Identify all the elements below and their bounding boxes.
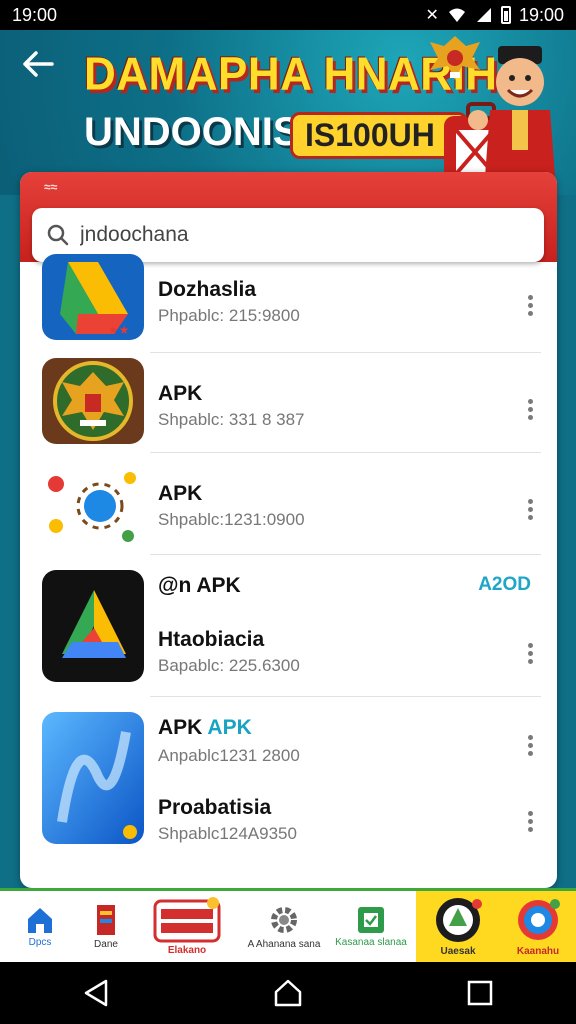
shortcut-label: Kaanahu [516,946,560,957]
system-nav-bar [0,962,576,1024]
recents-square-icon [467,980,493,1006]
app-name: APK [158,482,203,505]
emblem-badge-icon [436,898,482,942]
shortcut-label: Dane [94,939,118,950]
shortcut-settings[interactable]: A Ahanana sana [242,891,326,962]
shortcut-label: Uaesak [440,946,476,957]
shortcut-home[interactable]: Dpcs [0,891,80,962]
garuda-emblem-icon [42,358,144,444]
app-name: APK [158,382,203,405]
gear-icon [271,907,297,933]
list-item[interactable]: @n APK A2OD Htaobiacia Bapablc: 225.6300 [20,560,557,698]
shortcut-label: Dpcs [28,937,52,948]
app-name: Dozhaslia [158,278,257,301]
back-triangle-icon [84,979,108,1007]
app-subtitle: Shpablc: 331 8 387 [158,410,305,429]
green-doc-icon [358,907,384,933]
shortcut-label: Kasanaa slanaa [335,937,407,948]
divider [150,452,541,453]
more-options-icon[interactable] [528,396,533,423]
list-item[interactable]: APK Shpablc: 331 8 387 [20,358,557,458]
status-time-left: 19:00 [12,4,58,25]
settings-hub-icon [42,466,144,552]
list-item[interactable]: APK APK Anpablc1231 2800 Proabatisia Shp… [20,702,557,862]
home-outline-icon [274,979,302,1007]
app-name-secondary: Htaobiacia [158,628,265,651]
home-icon [28,908,52,933]
card-header: ≈≈ [20,172,557,262]
shortcut-colorful[interactable]: Kaanahu [500,891,576,962]
app-name-secondary: Proabatisia [158,796,272,819]
add-button[interactable]: A2OD [478,574,531,596]
app-name-tag: APK [207,716,252,739]
colorful-badge-icon [518,899,560,940]
back-arrow-icon[interactable] [22,48,54,87]
search-input[interactable] [80,223,500,247]
app-subtitle: Phpablc: 215:9800 [158,306,300,325]
book-icon [97,905,115,935]
hero-banner: DAMAPHA HNARIH UNDOONISIA IS100UH I [0,30,576,195]
nav-recents-button[interactable] [450,973,510,1013]
app-name: @n APK [158,574,241,597]
shortcut-emblem[interactable]: Uaesak [416,891,500,962]
app-name-primary: APK [158,716,203,739]
shortcut-promo[interactable]: Elakano [132,891,242,962]
more-options-icon[interactable] [528,292,533,319]
app-subtitle-secondary: Shpablc124A9350 [158,824,297,843]
status-icons: ✕ 19:00 [426,5,564,26]
triangle-drive-icon [42,570,144,682]
drive-style-icon: ★★ [42,254,144,340]
divider [150,352,541,353]
status-time-right: 19:00 [518,4,564,25]
shortcut-document[interactable]: Kasanaa slanaa [326,891,416,962]
search-icon [47,224,69,246]
svg-text:★★: ★★ [108,323,130,337]
blue-wave-icon [42,712,144,844]
more-options-icon[interactable] [528,732,533,759]
divider [150,696,541,697]
app-subtitle: Bapablc: 225.6300 [158,656,300,675]
nav-home-button[interactable] [258,973,318,1013]
app-subtitle: Shpablc:1231:0900 [158,510,305,529]
more-options-icon[interactable] [528,496,533,523]
more-options-icon[interactable] [528,640,533,667]
vibrate-icon: ✕ [425,7,439,24]
nav-back-button[interactable] [66,973,126,1013]
battery-icon [500,6,511,24]
shortcut-book[interactable]: Dane [80,891,132,962]
shortcut-label: A Ahanana sana [247,939,321,950]
results-card: ≈≈ ★★ Dozhaslia Phpablc: 215:9800 [20,172,557,888]
promo-badge-icon [153,897,221,943]
wifi-icon [448,8,465,22]
shortcut-label: Elakano [167,945,207,956]
bottom-shortcut-strip: Dpcs Dane Elakano A Ahanana sana Kasanaa… [0,888,576,962]
signal-icon [476,8,491,22]
more-options-icon[interactable] [528,808,533,835]
status-bar: 19:00 ✕ 19:00 [0,0,576,30]
app-subtitle: Anpablc1231 2800 [158,746,300,765]
list-item[interactable]: ★★ Dozhaslia Phpablc: 215:9800 [20,254,557,353]
list-item[interactable]: APK Shpablc:1231:0900 [20,458,557,558]
mascot-character-icon [468,46,556,190]
header-marks: ≈≈ [44,180,58,194]
app-name: APK APK [158,716,252,740]
divider [150,554,541,555]
